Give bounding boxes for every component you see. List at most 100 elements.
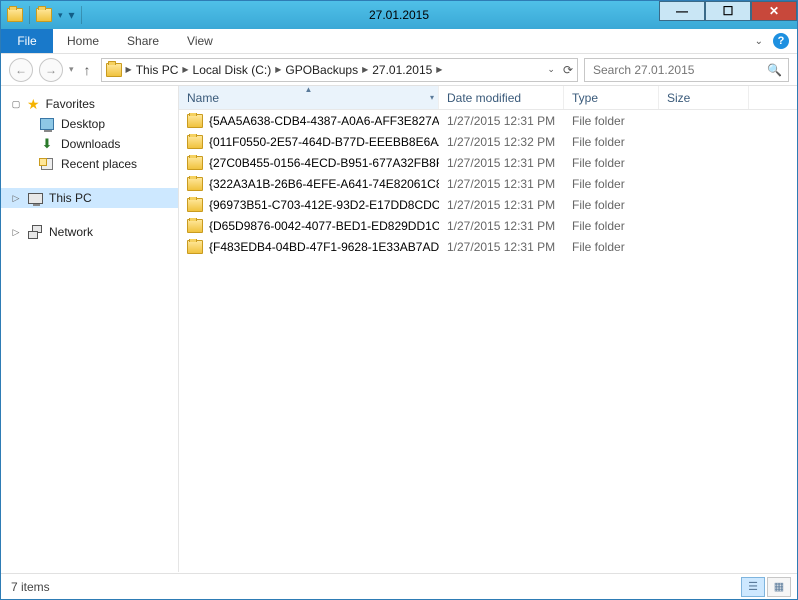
content-area: ▢ ★ Favorites Desktop ⬇ Downloads Recent… (1, 86, 797, 572)
file-name: {011F0550-2E57-464D-B77D-EEEBB8E6AA... (209, 135, 439, 149)
maximize-button[interactable]: ☐ (705, 1, 751, 21)
file-type: File folder (564, 156, 659, 170)
recent-locations-dropdown[interactable]: ▾ (69, 64, 74, 75)
table-row[interactable]: {F483EDB4-04BD-47F1-9628-1E33AB7AD9...1/… (179, 236, 797, 257)
ribbon-expand-icon[interactable]: ⌄ (755, 36, 763, 47)
status-text: 7 items (11, 580, 50, 594)
file-rows: {5AA5A638-CDB4-4387-A0A6-AFF3E827A...1/2… (179, 110, 797, 257)
file-date: 1/27/2015 12:31 PM (439, 219, 564, 233)
close-button[interactable]: ✕ (751, 1, 797, 21)
status-bar: 7 items ☰ ▦ (1, 573, 797, 599)
search-input[interactable] (591, 62, 767, 78)
nav-desktop[interactable]: Desktop (1, 114, 178, 134)
table-row[interactable]: {27C0B455-0156-4ECD-B951-677A32FB8F...1/… (179, 152, 797, 173)
file-tab[interactable]: File (1, 29, 53, 53)
folder-icon (187, 239, 203, 255)
tab-view[interactable]: View (173, 29, 227, 53)
file-name: {27C0B455-0156-4ECD-B951-677A32FB8F... (209, 156, 439, 170)
nav-downloads[interactable]: ⬇ Downloads (1, 134, 178, 154)
collapse-icon[interactable]: ▢ (11, 99, 21, 110)
star-icon: ★ (27, 96, 40, 113)
back-button[interactable]: ← (9, 58, 33, 82)
expand-icon[interactable]: ▷ (11, 227, 21, 238)
file-date: 1/27/2015 12:31 PM (439, 198, 564, 212)
breadcrumb: 27.01.2015▶ (372, 63, 442, 77)
file-type: File folder (564, 135, 659, 149)
file-list-pane: ▲ Name ▾ Date modified Type Size {5AA5A6… (179, 86, 797, 572)
navigation-pane: ▢ ★ Favorites Desktop ⬇ Downloads Recent… (1, 86, 179, 572)
nav-this-pc[interactable]: ▷ This PC (1, 188, 178, 208)
file-name: {322A3A1B-26B6-4EFE-A641-74E82061C8... (209, 177, 439, 191)
table-row[interactable]: {D65D9876-0042-4077-BED1-ED829DD1C...1/2… (179, 215, 797, 236)
network-icon (27, 224, 43, 240)
file-type: File folder (564, 240, 659, 254)
file-date: 1/27/2015 12:31 PM (439, 156, 564, 170)
file-date: 1/27/2015 12:31 PM (439, 114, 564, 128)
file-date: 1/27/2015 12:31 PM (439, 177, 564, 191)
app-folder-icon (7, 7, 23, 23)
address-folder-icon (106, 62, 122, 78)
column-size[interactable]: Size (659, 86, 749, 109)
folder-icon (187, 155, 203, 171)
favorites-label: Favorites (46, 97, 95, 111)
address-bar[interactable]: ▶ This PC▶ Local Disk (C:)▶ GPOBackups▶ … (101, 58, 578, 82)
expand-icon[interactable]: ▷ (11, 193, 21, 204)
file-name: {F483EDB4-04BD-47F1-9628-1E33AB7AD9... (209, 240, 439, 254)
file-date: 1/27/2015 12:32 PM (439, 135, 564, 149)
column-date[interactable]: Date modified (439, 86, 564, 109)
nav-network[interactable]: ▷ Network (1, 222, 178, 242)
nav-row: ← → ▾ ↑ ▶ This PC▶ Local Disk (C:)▶ GPOB… (1, 54, 797, 86)
chevron-right-icon[interactable]: ▶ (275, 65, 281, 74)
folder-icon (187, 113, 203, 129)
help-icon[interactable]: ? (773, 33, 789, 49)
qat-overflow[interactable]: ▾ (69, 8, 75, 22)
chevron-right-icon[interactable]: ▶ (362, 65, 368, 74)
sort-asc-icon: ▲ (305, 86, 313, 94)
folder-icon (187, 218, 203, 234)
file-name: {5AA5A638-CDB4-4387-A0A6-AFF3E827A... (209, 114, 439, 128)
column-name[interactable]: ▲ Name ▾ (179, 86, 439, 109)
tab-share[interactable]: Share (113, 29, 173, 53)
qat-folder-icon[interactable] (36, 7, 52, 23)
tab-home[interactable]: Home (53, 29, 113, 53)
favorites-header[interactable]: ▢ ★ Favorites (1, 94, 178, 114)
forward-button[interactable]: → (39, 58, 63, 82)
up-button[interactable]: ↑ (80, 62, 95, 78)
table-row[interactable]: {96973B51-C703-412E-93D2-E17DD8CDC...1/2… (179, 194, 797, 215)
recent-icon (39, 156, 55, 172)
file-type: File folder (564, 114, 659, 128)
chevron-right-icon[interactable]: ▶ (436, 65, 442, 74)
view-details-button[interactable]: ☰ (741, 577, 765, 597)
table-row[interactable]: {5AA5A638-CDB4-4387-A0A6-AFF3E827A...1/2… (179, 110, 797, 131)
file-type: File folder (564, 219, 659, 233)
nav-recent-places[interactable]: Recent places (1, 154, 178, 174)
download-icon: ⬇ (39, 136, 55, 152)
file-name: {D65D9876-0042-4077-BED1-ED829DD1C... (209, 219, 439, 233)
refresh-icon[interactable]: ⟳ (563, 63, 573, 77)
folder-icon (187, 176, 203, 192)
file-type: File folder (564, 177, 659, 191)
chevron-right-icon[interactable]: ▶ (182, 65, 188, 74)
file-name: {96973B51-C703-412E-93D2-E17DD8CDC... (209, 198, 439, 212)
title-bar: ▾ ▾ 27.01.2015 — ☐ ✕ (1, 1, 797, 29)
breadcrumb: GPOBackups▶ (285, 63, 368, 77)
table-row[interactable]: {011F0550-2E57-464D-B77D-EEEBB8E6AA...1/… (179, 131, 797, 152)
search-icon[interactable]: 🔍 (767, 63, 782, 77)
search-box[interactable]: 🔍 (584, 58, 789, 82)
address-dropdown-icon[interactable]: ⌄ (547, 64, 555, 75)
breadcrumb: Local Disk (C:)▶ (193, 63, 282, 77)
chevron-right-icon[interactable]: ▶ (126, 65, 132, 74)
column-headers: ▲ Name ▾ Date modified Type Size (179, 86, 797, 110)
column-type[interactable]: Type (564, 86, 659, 109)
ribbon-tabs: File Home Share View ⌄ ? (1, 29, 797, 54)
file-date: 1/27/2015 12:31 PM (439, 240, 564, 254)
table-row[interactable]: {322A3A1B-26B6-4EFE-A641-74E82061C8...1/… (179, 173, 797, 194)
qat-dropdown-icon[interactable]: ▾ (58, 10, 63, 21)
folder-icon (187, 134, 203, 150)
breadcrumb: This PC▶ (136, 63, 189, 77)
view-large-icons-button[interactable]: ▦ (767, 577, 791, 597)
minimize-button[interactable]: — (659, 1, 705, 21)
desktop-icon (39, 116, 55, 132)
pc-icon (27, 190, 43, 206)
column-dropdown-icon[interactable]: ▾ (430, 93, 434, 102)
